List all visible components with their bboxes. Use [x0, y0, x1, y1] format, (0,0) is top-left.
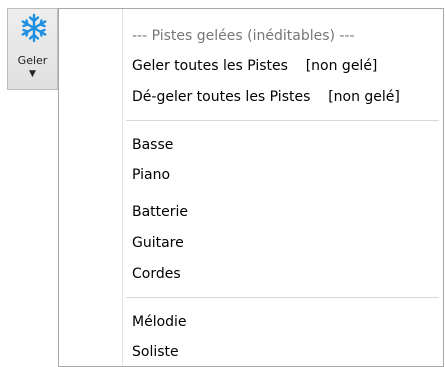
freeze-button-label: Geler: [17, 54, 48, 67]
menu-item-unfreeze-all[interactable]: Dé-geler toutes les Pistes [non gelé]: [132, 88, 400, 106]
menu-item-track-drums[interactable]: Batterie: [132, 203, 188, 221]
menu-item-freeze-all[interactable]: Geler toutes les Pistes [non gelé]: [132, 57, 377, 75]
dropdown-arrow-icon[interactable]: ▼: [8, 69, 57, 79]
menu-gutter-divider: [122, 9, 123, 367]
menu-header-frozen-tracks: --- Pistes gelées (inéditables) ---: [132, 28, 355, 44]
menu-item-track-soloist[interactable]: Soliste: [132, 343, 179, 361]
menu-item-track-bass[interactable]: Basse: [132, 136, 173, 154]
menu-separator: [126, 297, 439, 298]
snowflake-icon: [21, 13, 47, 43]
freeze-menu-screen: Geler ▼ --- Pistes gelées (inéditables) …: [0, 0, 445, 367]
menu-item-track-melody[interactable]: Mélodie: [132, 313, 187, 331]
menu-separator: [126, 120, 439, 121]
freeze-dropdown-menu: --- Pistes gelées (inéditables) --- Gele…: [58, 8, 444, 367]
menu-item-track-piano[interactable]: Piano: [132, 166, 170, 184]
freeze-button[interactable]: Geler ▼: [7, 8, 58, 90]
menu-item-track-guitar[interactable]: Guitare: [132, 234, 184, 252]
menu-item-track-strings[interactable]: Cordes: [132, 265, 181, 283]
